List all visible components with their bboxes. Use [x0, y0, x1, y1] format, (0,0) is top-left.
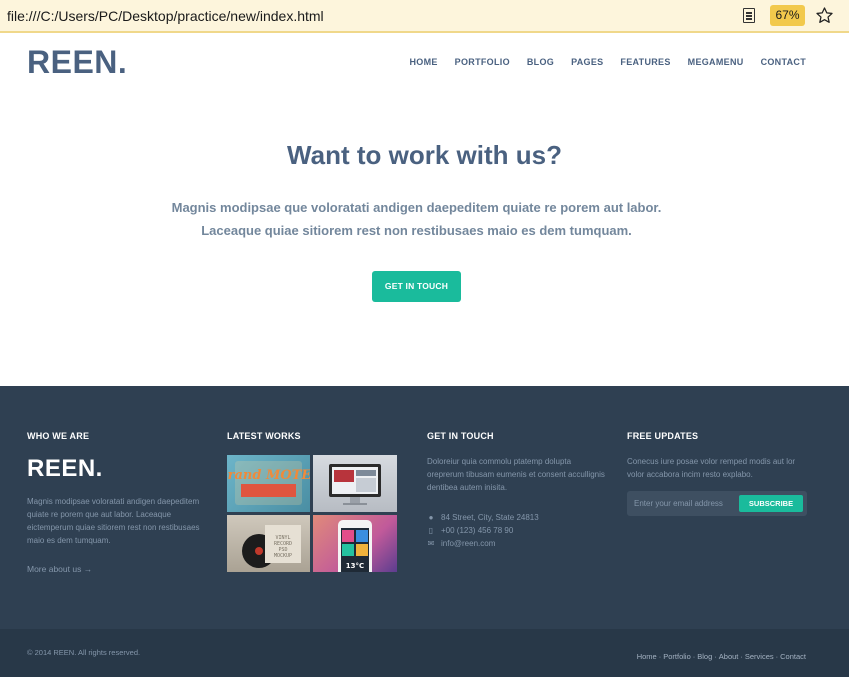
phone-mockup-image: 13°C — [338, 520, 372, 572]
motel-sign-image: Grand MOTEL — [227, 461, 310, 505]
footer-col-contact: GET IN TOUCH Doloreiur quia commolu ptat… — [427, 431, 607, 552]
subscribe-button[interactable]: SUBSCRIBE — [739, 495, 803, 512]
updates-text: Conecus iure posae volor remped modis au… — [627, 457, 796, 479]
footer-link-portfolio[interactable]: Portfolio — [663, 652, 691, 661]
phone-text: +00 (123) 456 78 90 — [441, 526, 514, 535]
phone-temp-text: 13°C — [346, 562, 364, 570]
footer-link-about[interactable]: About — [719, 652, 739, 661]
footer-link-contact[interactable]: Contact — [780, 652, 806, 661]
site-footer: WHO WE ARE REEN. Magnis modipsae volorat… — [0, 386, 849, 629]
monitor-mockup-image — [329, 464, 381, 505]
footer-link-home[interactable]: Home — [637, 652, 657, 661]
work-thumb-phone[interactable]: 13°C — [313, 515, 397, 572]
who-we-are-text: Magnis modipsae voloratati andigen daepe… — [27, 497, 200, 545]
who-we-are-heading: WHO WE ARE — [27, 431, 90, 441]
footer-links: Home · Portfolio · Blog · About · Services · … — [636, 652, 806, 661]
contact-email: ✉ info@reen.com — [427, 539, 607, 548]
svg-text:MOCKUP: MOCKUP — [274, 553, 292, 559]
work-thumb-vinyl[interactable]: VINYL RECORD PSD MOCKUP — [227, 515, 310, 572]
reader-view-icon[interactable] — [743, 8, 755, 23]
nav-item-megamenu[interactable]: MEGAMENU — [688, 57, 744, 67]
footer-col-who: WHO WE ARE REEN. Magnis modipsae volorat… — [27, 431, 207, 574]
nav-item-contact[interactable]: CONTACT — [761, 57, 806, 67]
email-text[interactable]: info@reen.com — [441, 539, 495, 548]
footer-col-works: LATEST WORKS Grand MOTEL — [227, 431, 407, 572]
contact-address: ● 84 Street, City, State 24813 — [427, 513, 607, 522]
envelope-icon: ✉ — [427, 539, 435, 548]
bookmark-star-icon[interactable] — [815, 6, 834, 25]
hero-line-2: Laceaque quiae sitiorem rest non restibu… — [201, 223, 632, 238]
free-updates-heading: FREE UPDATES — [627, 431, 699, 441]
hero-line-1: Magnis modipsae que voloratati andigen d… — [171, 200, 662, 215]
hero-title: Want to work with us? — [287, 140, 562, 170]
email-input[interactable] — [627, 491, 737, 516]
contact-text: Doloreiur quia commolu ptatemp dolupta o… — [427, 457, 605, 492]
map-marker-icon: ● — [428, 513, 434, 522]
nav-item-home[interactable]: HOME — [409, 57, 437, 67]
nav-item-portfolio[interactable]: PORTFOLIO — [455, 57, 510, 67]
phone-icon: ▯ — [428, 526, 434, 535]
vinyl-mockup-image: VINYL RECORD PSD MOCKUP — [242, 525, 301, 568]
footer-logo: REEN. — [27, 455, 103, 482]
nav-item-features[interactable]: FEATURES — [620, 57, 670, 67]
work-thumb-monitor[interactable] — [313, 455, 397, 512]
get-in-touch-button[interactable]: GET IN TOUCH — [372, 271, 461, 302]
work-thumb-motel[interactable]: Grand MOTEL — [227, 455, 310, 512]
footer-link-services[interactable]: Services — [745, 652, 774, 661]
subscribe-form: SUBSCRIBE — [627, 491, 807, 516]
nav-item-blog[interactable]: BLOG — [527, 57, 554, 67]
footer-link-blog[interactable]: Blog — [697, 652, 712, 661]
footer-col-updates: FREE UPDATES Conecus iure posae volor re… — [627, 431, 807, 516]
latest-works-heading: LATEST WORKS — [227, 431, 301, 441]
zoom-level-badge[interactable]: 67% — [770, 5, 805, 26]
works-grid: Grand MOTEL — [227, 455, 407, 572]
nav-item-pages[interactable]: PAGES — [571, 57, 603, 67]
address-text: 84 Street, City, State 24813 — [441, 513, 539, 522]
copyright-text: © 2014 REEN. All rights reserved. — [27, 648, 141, 657]
footer-bottom-bar: © 2014 REEN. All rights reserved. Home · … — [0, 629, 849, 677]
site-logo[interactable]: REEN. — [27, 44, 127, 81]
browser-address-bar: file:///C:/Users/PC/Desktop/practice/new… — [0, 0, 849, 33]
motel-sign-text: Grand MOTEL — [227, 468, 310, 483]
address-url[interactable]: file:///C:/Users/PC/Desktop/practice/new… — [7, 8, 324, 24]
contact-phone: ▯ +00 (123) 456 78 90 — [427, 526, 607, 535]
get-in-touch-heading: GET IN TOUCH — [427, 431, 494, 441]
more-about-us-link[interactable]: More about us → — [27, 564, 207, 574]
hero-description: Magnis modipsae que voloratati andigen d… — [0, 196, 833, 242]
main-nav: HOME PORTFOLIO BLOG PAGES FEATURES MEGAM… — [409, 57, 806, 67]
